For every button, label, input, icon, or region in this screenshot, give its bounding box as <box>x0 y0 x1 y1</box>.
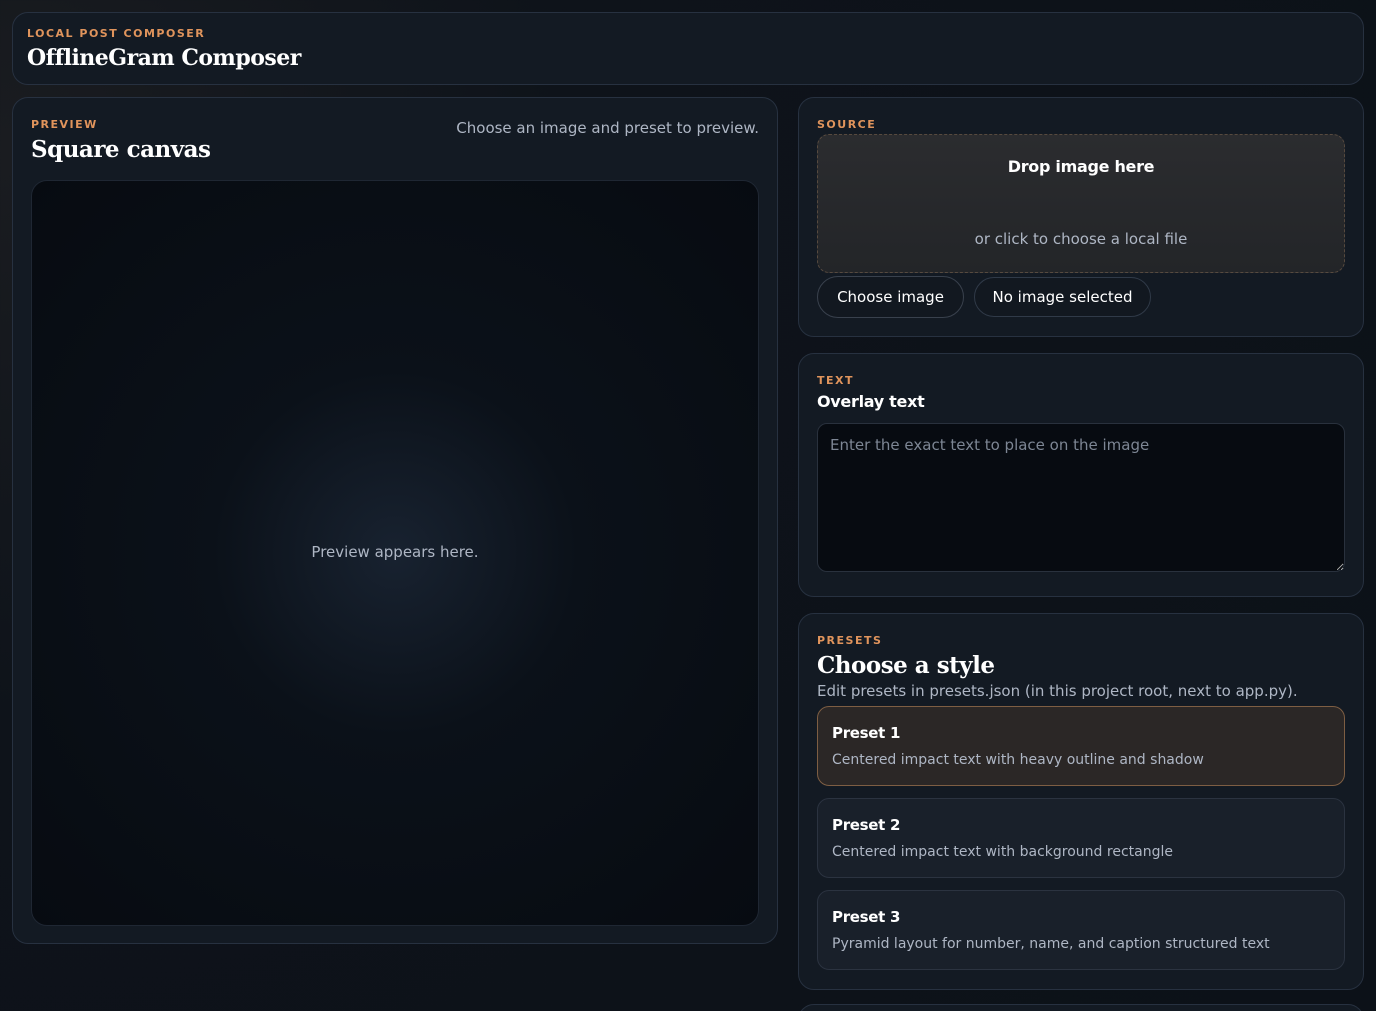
preview-canvas: Preview appears here. <box>31 180 759 926</box>
preset-name: Preset 2 <box>832 816 901 834</box>
preset-option-3[interactable]: Preset 3 Pyramid layout for number, name… <box>817 890 1345 970</box>
preset-name: Preset 3 <box>832 908 901 926</box>
dropzone-title: Drop image here <box>1007 157 1155 176</box>
presets-eyebrow: PRESETS <box>817 634 883 647</box>
preview-panel: PREVIEW Square canvas Choose an image an… <box>12 97 778 944</box>
preset-description: Centered impact text with background rec… <box>832 844 1173 860</box>
text-title: Overlay text <box>817 392 925 411</box>
source-panel: SOURCE Drop image here or click to choos… <box>798 97 1364 337</box>
preset-description: Centered impact text with heavy outline … <box>832 752 1204 768</box>
preview-title: Square canvas <box>31 136 211 163</box>
presets-title: Choose a style <box>817 652 995 679</box>
preset-name: Preset 1 <box>832 724 901 742</box>
text-eyebrow: TEXT <box>817 374 855 387</box>
file-status-badge: No image selected <box>974 277 1151 317</box>
text-panel: TEXT Overlay text <box>798 353 1364 597</box>
image-dropzone[interactable]: Drop image here or click to choose a loc… <box>817 134 1345 273</box>
preview-hint: Choose an image and preset to preview. <box>456 119 759 137</box>
preset-option-2[interactable]: Preset 2 Centered impact text with backg… <box>817 798 1345 878</box>
presets-panel: PRESETS Choose a style Edit presets in p… <box>798 613 1364 990</box>
dropzone-subtitle: or click to choose a local file <box>974 230 1188 248</box>
source-eyebrow: SOURCE <box>817 118 877 131</box>
presets-note: Edit presets in presets.json (in this pr… <box>817 682 1298 700</box>
preset-option-1[interactable]: Preset 1 Centered impact text with heavy… <box>817 706 1345 786</box>
header-eyebrow: LOCAL POST COMPOSER <box>27 27 206 40</box>
choose-image-button[interactable]: Choose image <box>817 276 964 318</box>
next-panel <box>798 1004 1364 1011</box>
preview-placeholder: Preview appears here. <box>311 543 479 561</box>
preview-eyebrow: PREVIEW <box>31 118 98 131</box>
app-header: LOCAL POST COMPOSER OfflineGram Composer <box>12 12 1364 85</box>
app-title: OfflineGram Composer <box>27 45 301 71</box>
preset-description: Pyramid layout for number, name, and cap… <box>832 936 1270 952</box>
overlay-text-input[interactable] <box>817 423 1345 572</box>
